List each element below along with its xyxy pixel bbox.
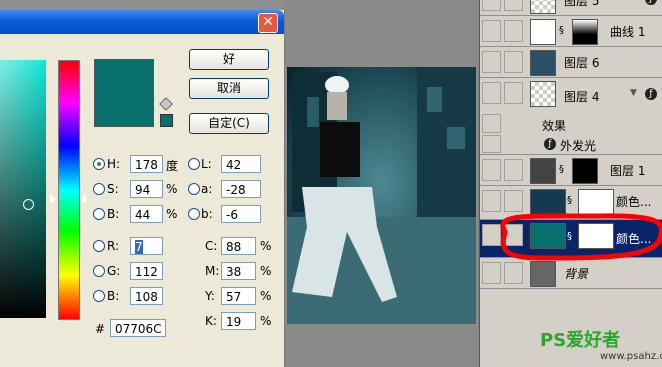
highlight-annotation	[500, 213, 662, 261]
watermark-logo: PS爱好者	[540, 330, 621, 351]
highlight-ellipse	[500, 213, 662, 261]
watermark-url: www.psahz.com	[600, 351, 662, 362]
